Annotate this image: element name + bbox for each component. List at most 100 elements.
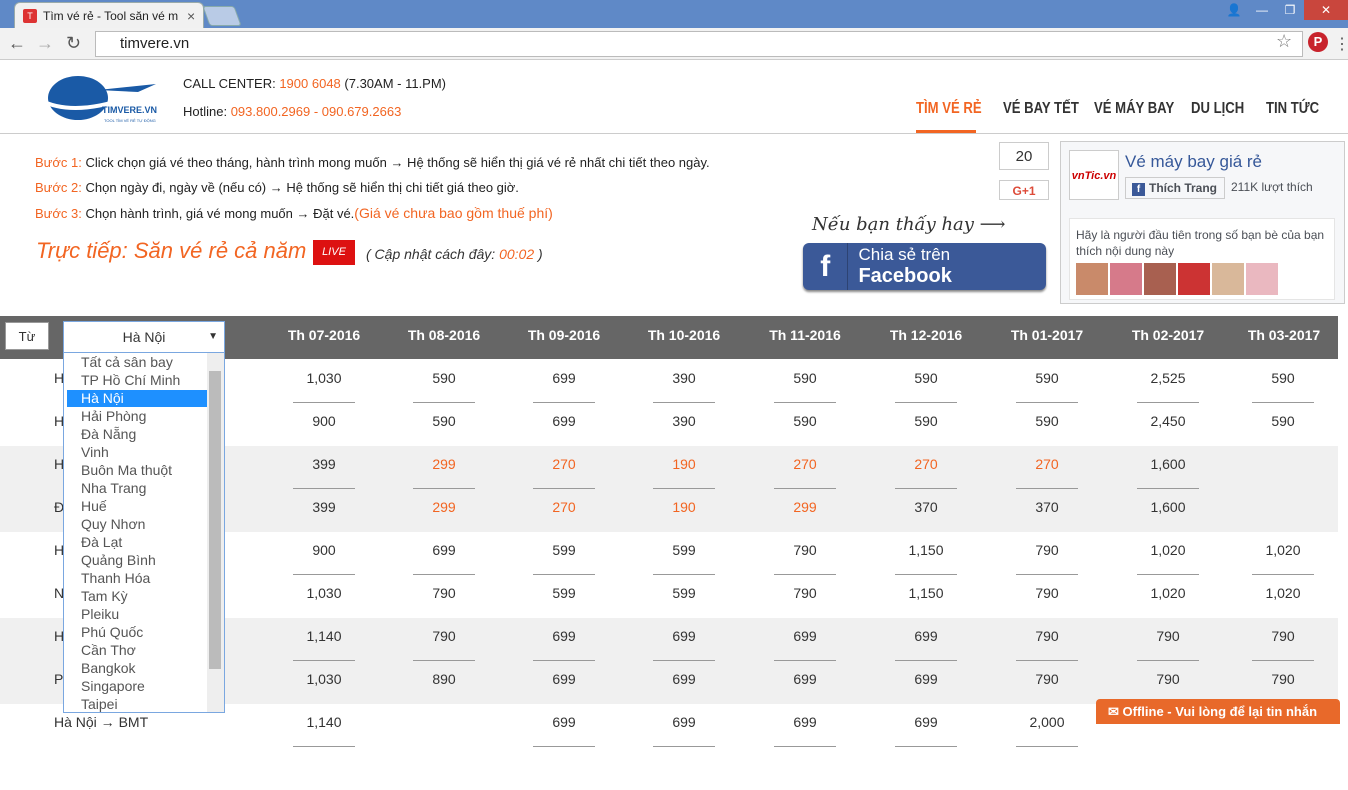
browser-tab[interactable]: T Tìm vé rẻ - Tool săn vé m × bbox=[14, 2, 204, 28]
price-cell[interactable]: 590 bbox=[755, 370, 855, 386]
price-cell[interactable]: 370 bbox=[997, 499, 1097, 515]
price-cell[interactable]: 599 bbox=[514, 542, 614, 558]
price-cell[interactable]: 2,000 bbox=[997, 714, 1097, 730]
dropdown-option[interactable]: Quảng Bình bbox=[81, 552, 156, 568]
price-cell[interactable]: 590 bbox=[755, 413, 855, 429]
dropdown-option[interactable]: Đà Nẵng bbox=[81, 426, 136, 442]
route-label[interactable]: Hà Nội → BMT bbox=[54, 714, 148, 730]
dropdown-option[interactable]: TP Hồ Chí Minh bbox=[81, 372, 180, 388]
back-icon[interactable]: ← bbox=[8, 33, 26, 54]
price-cell[interactable]: 699 bbox=[394, 542, 494, 558]
dropdown-option[interactable]: Huế bbox=[81, 498, 107, 514]
dropdown-option[interactable]: Quy Nhơn bbox=[81, 516, 145, 532]
price-cell[interactable]: 190 bbox=[634, 499, 734, 515]
avatar[interactable] bbox=[1246, 263, 1278, 295]
maximize-icon[interactable]: ❐ bbox=[1276, 0, 1304, 20]
month-header[interactable]: Th 07-2016 bbox=[274, 327, 374, 343]
dropdown-option[interactable]: Vinh bbox=[81, 444, 109, 460]
minimize-icon[interactable]: — bbox=[1248, 0, 1276, 20]
price-cell[interactable]: 1,030 bbox=[274, 585, 374, 601]
dropdown-option[interactable]: Pleiku bbox=[81, 606, 119, 622]
price-cell[interactable]: 790 bbox=[1233, 671, 1333, 687]
price-cell[interactable]: 790 bbox=[997, 671, 1097, 687]
price-cell[interactable]: 699 bbox=[514, 413, 614, 429]
price-cell[interactable]: 790 bbox=[755, 542, 855, 558]
gplus-button[interactable]: G+1 bbox=[999, 180, 1049, 200]
dropdown-option[interactable]: Tất cả sân bay bbox=[81, 354, 173, 370]
avatar[interactable] bbox=[1178, 263, 1210, 295]
avatar[interactable] bbox=[1212, 263, 1244, 295]
price-cell[interactable]: 599 bbox=[634, 585, 734, 601]
month-header[interactable]: Th 12-2016 bbox=[876, 327, 976, 343]
fb-page-title[interactable]: Vé máy bay giá rẻ bbox=[1125, 152, 1262, 172]
fb-like-button[interactable]: f Thích Trang bbox=[1125, 177, 1225, 199]
nav-tin-tuc[interactable]: TIN TỨC bbox=[1266, 100, 1319, 118]
url-input[interactable]: timvere.vn bbox=[95, 31, 1303, 57]
price-cell[interactable]: 699 bbox=[876, 628, 976, 644]
bookmark-star-icon[interactable]: ☆ bbox=[1276, 31, 1292, 52]
price-cell[interactable]: 590 bbox=[394, 370, 494, 386]
price-cell[interactable]: 590 bbox=[394, 413, 494, 429]
nav-du-lich[interactable]: DU LỊCH bbox=[1191, 100, 1244, 118]
scroll-thumb[interactable] bbox=[209, 371, 221, 669]
price-cell[interactable]: 699 bbox=[634, 628, 734, 644]
price-cell[interactable]: 1,600 bbox=[1118, 456, 1218, 472]
facebook-share-button[interactable]: f Chia sẻ trên Facebook bbox=[803, 243, 1046, 290]
price-cell[interactable]: 399 bbox=[274, 499, 374, 515]
price-cell[interactable]: 699 bbox=[514, 714, 614, 730]
price-cell[interactable]: 699 bbox=[876, 714, 976, 730]
price-cell[interactable]: 900 bbox=[274, 413, 374, 429]
dropdown-option[interactable]: Đà Lạt bbox=[81, 534, 122, 550]
month-header[interactable]: Th 11-2016 bbox=[755, 327, 855, 343]
price-cell[interactable]: 390 bbox=[634, 370, 734, 386]
price-cell[interactable]: 699 bbox=[514, 628, 614, 644]
price-cell[interactable]: 1,140 bbox=[274, 628, 374, 644]
dropdown-option[interactable]: Hải Phòng bbox=[81, 408, 146, 424]
price-cell[interactable]: 590 bbox=[997, 370, 1097, 386]
price-cell[interactable]: 1,150 bbox=[876, 542, 976, 558]
price-cell[interactable]: 599 bbox=[634, 542, 734, 558]
price-cell[interactable]: 790 bbox=[997, 542, 1097, 558]
dropdown-option[interactable]: Phú Quốc bbox=[81, 624, 143, 640]
price-cell[interactable]: 590 bbox=[876, 413, 976, 429]
price-cell[interactable]: 270 bbox=[514, 499, 614, 515]
price-cell[interactable]: 270 bbox=[997, 456, 1097, 472]
close-window-icon[interactable]: ✕ bbox=[1304, 0, 1348, 20]
price-cell[interactable]: 270 bbox=[755, 456, 855, 472]
price-cell[interactable]: 370 bbox=[876, 499, 976, 515]
price-cell[interactable]: 599 bbox=[514, 585, 614, 601]
price-cell[interactable]: 890 bbox=[394, 671, 494, 687]
price-cell[interactable]: 699 bbox=[634, 714, 734, 730]
month-header[interactable]: Th 01-2017 bbox=[997, 327, 1097, 343]
price-cell[interactable]: 790 bbox=[1233, 628, 1333, 644]
price-cell[interactable]: 590 bbox=[997, 413, 1097, 429]
price-cell[interactable]: 900 bbox=[274, 542, 374, 558]
menu-icon[interactable]: ⋮ bbox=[1334, 34, 1348, 54]
price-cell[interactable]: 699 bbox=[514, 370, 614, 386]
price-cell[interactable]: 699 bbox=[755, 714, 855, 730]
price-cell[interactable]: 790 bbox=[1118, 628, 1218, 644]
price-cell[interactable]: 790 bbox=[1118, 671, 1218, 687]
price-cell[interactable]: 790 bbox=[997, 585, 1097, 601]
dropdown-option[interactable]: Buôn Ma thuột bbox=[81, 462, 172, 478]
price-cell[interactable]: 2,450 bbox=[1118, 413, 1218, 429]
price-cell[interactable]: 699 bbox=[755, 671, 855, 687]
price-cell[interactable]: 590 bbox=[876, 370, 976, 386]
dropdown-option[interactable]: Taipei bbox=[81, 696, 118, 712]
price-cell[interactable]: 1,020 bbox=[1233, 585, 1333, 601]
forward-icon[interactable]: → bbox=[36, 33, 54, 54]
price-cell[interactable]: 699 bbox=[634, 671, 734, 687]
dropdown-option[interactable]: Thanh Hóa bbox=[81, 570, 150, 586]
price-cell[interactable]: 299 bbox=[394, 456, 494, 472]
month-header[interactable]: Th 02-2017 bbox=[1118, 327, 1218, 343]
new-tab-button[interactable] bbox=[202, 6, 242, 26]
reload-icon[interactable]: ↻ bbox=[66, 33, 81, 54]
price-cell[interactable]: 1,020 bbox=[1118, 585, 1218, 601]
price-cell[interactable]: 699 bbox=[876, 671, 976, 687]
route-label[interactable]: P bbox=[54, 671, 63, 687]
dropdown-option[interactable]: Singapore bbox=[81, 678, 145, 694]
dropdown-option[interactable]: Hà Nội bbox=[81, 390, 124, 406]
close-tab-icon[interactable]: × bbox=[187, 8, 203, 24]
price-cell[interactable]: 1,140 bbox=[274, 714, 374, 730]
price-cell[interactable]: 590 bbox=[1233, 413, 1333, 429]
